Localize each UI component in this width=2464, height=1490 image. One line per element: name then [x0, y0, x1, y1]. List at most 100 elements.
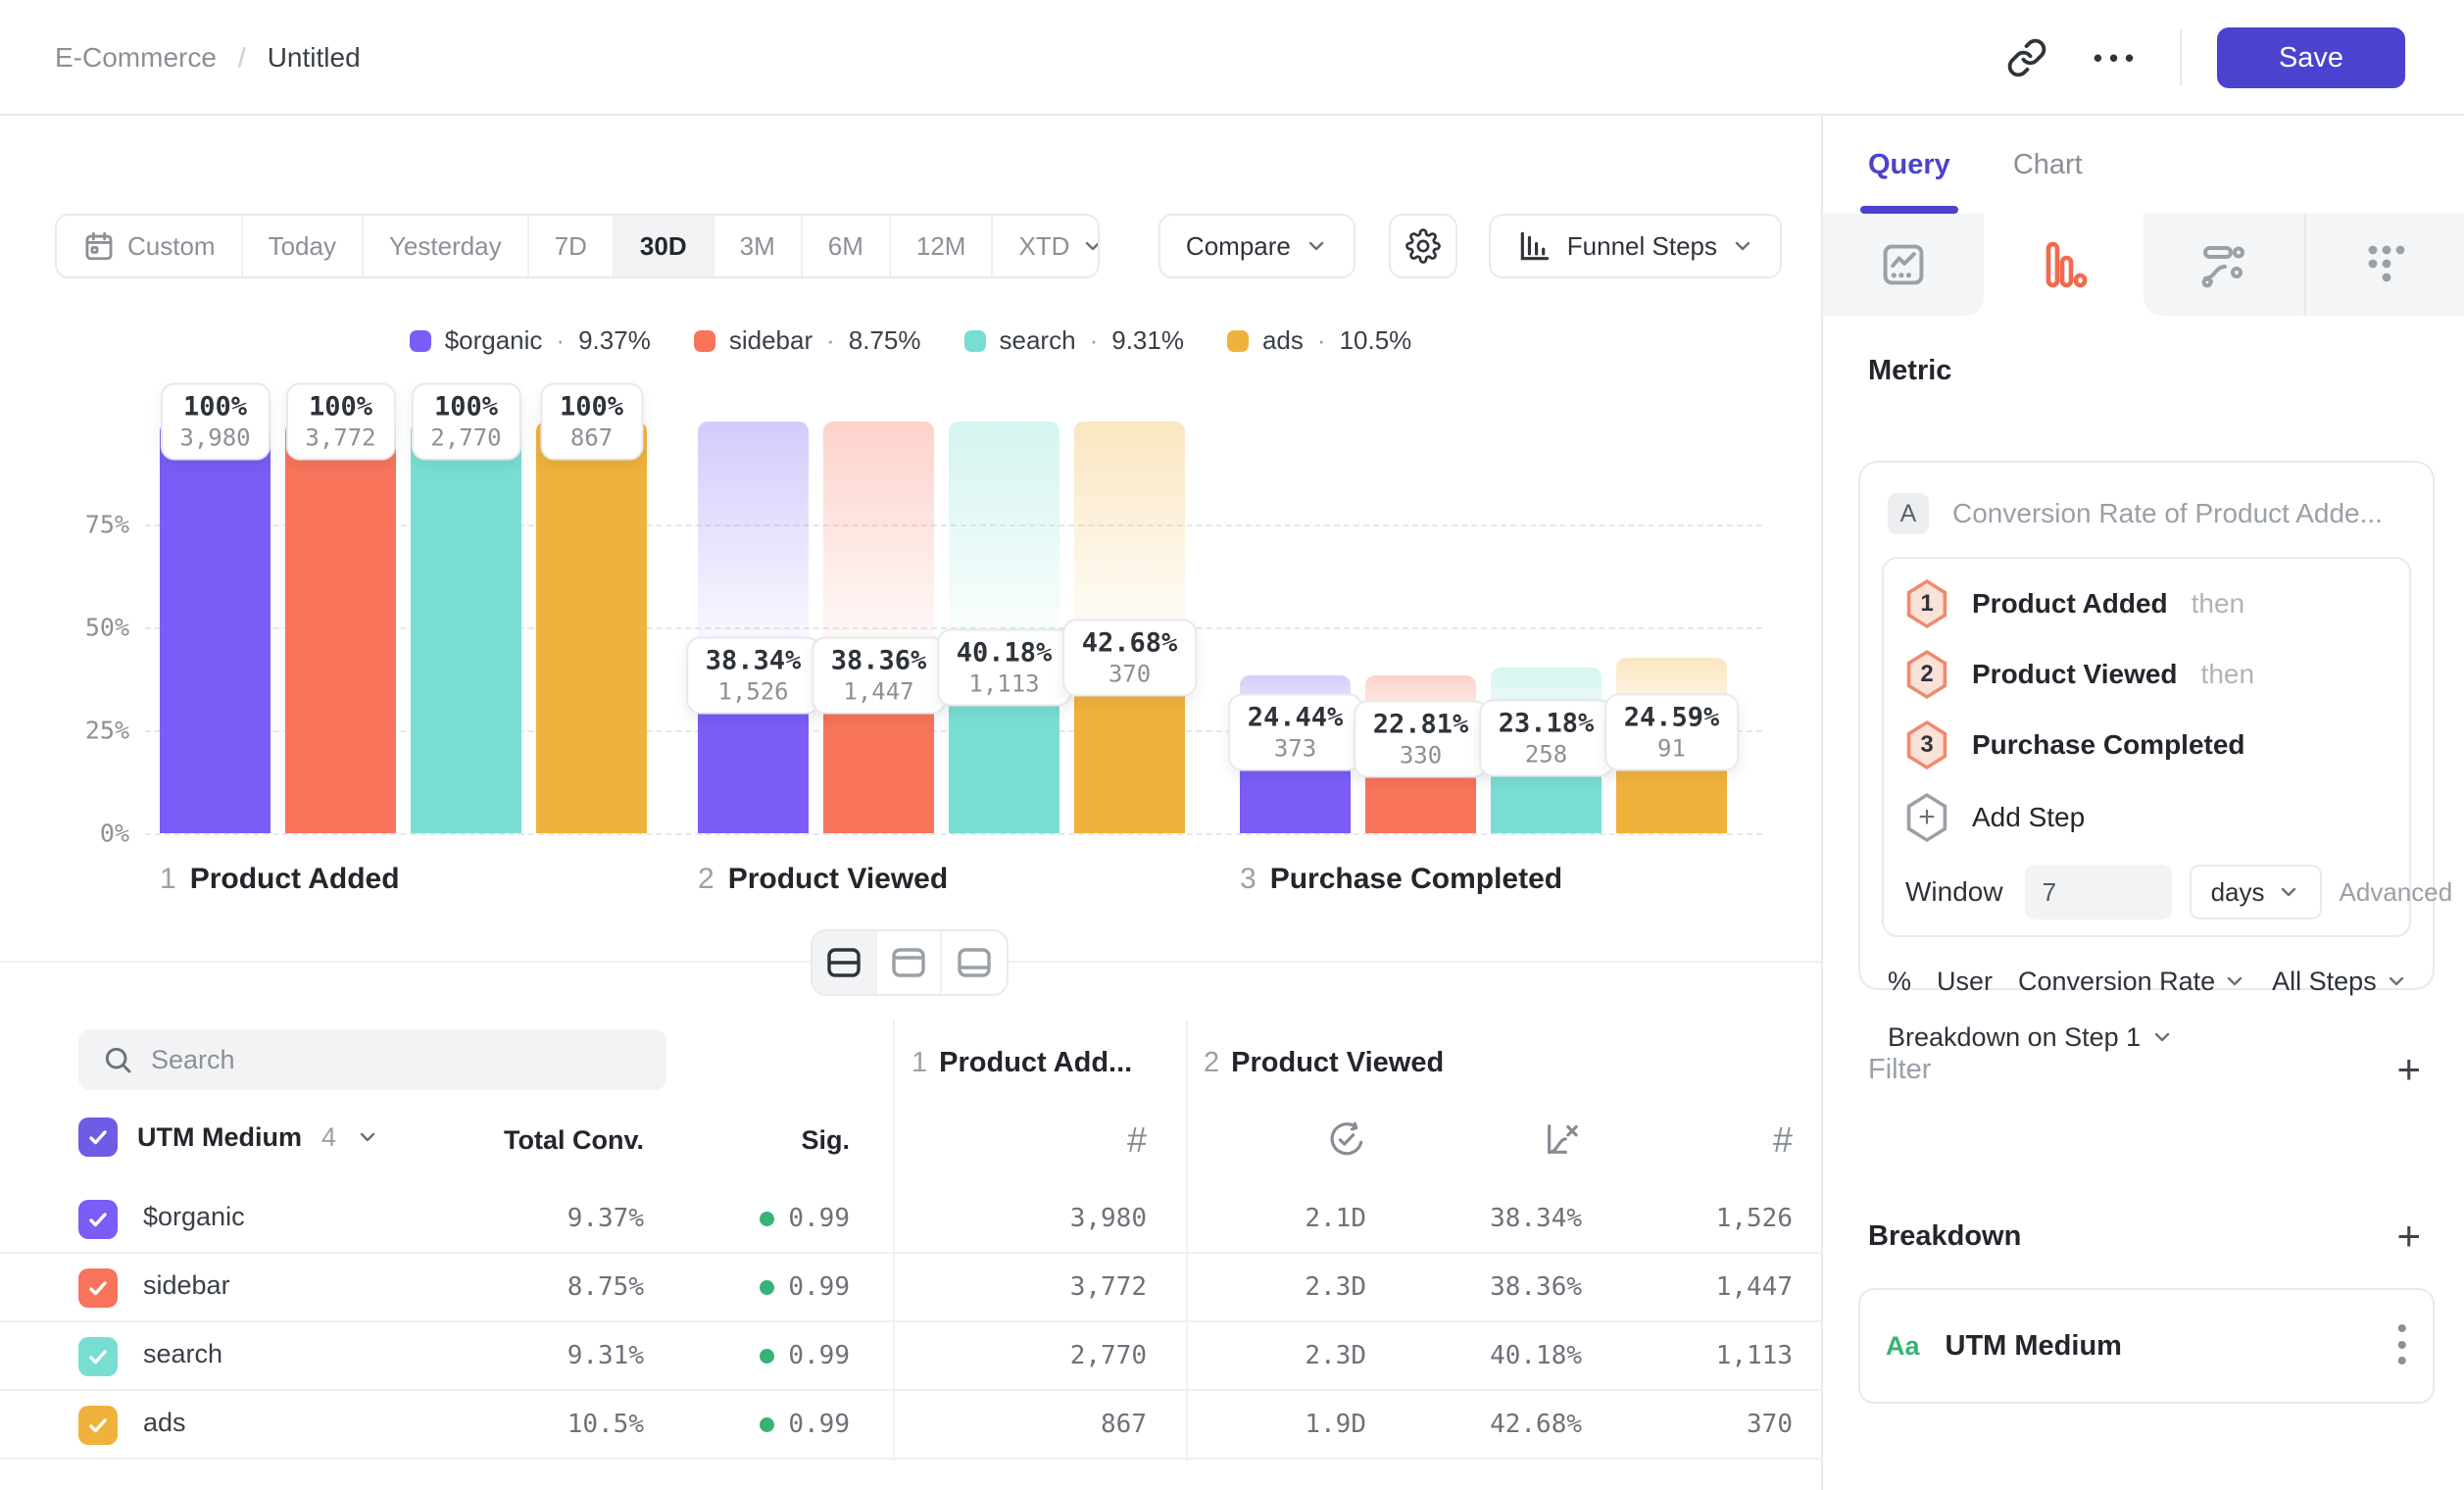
row-checkbox[interactable]	[78, 1406, 118, 1445]
step-name: Purchase Completed	[1270, 863, 1562, 895]
row-checkbox[interactable]	[78, 1200, 118, 1239]
add-step-button[interactable]: + Add Step	[1905, 780, 2388, 855]
chart-type-tab-flows[interactable]	[2144, 214, 2304, 316]
breadcrumb-current[interactable]: Untitled	[268, 42, 361, 74]
tab-query[interactable]: Query	[1868, 116, 1950, 214]
avg-time-cell: 2.1D	[1305, 1204, 1366, 1233]
sig-status-dot	[760, 1280, 774, 1295]
step-then-label: then	[2192, 588, 2245, 620]
step-name: Product Viewed	[728, 863, 949, 895]
gridline-0	[145, 833, 1762, 835]
plus-hexagon-icon: +	[1905, 793, 1948, 842]
count-column-icon[interactable]: #	[1127, 1119, 1147, 1161]
step1-count-cell: 2,770	[1070, 1341, 1147, 1370]
sig-cell: 0.99	[760, 1341, 850, 1370]
breakdown-item-card[interactable]: Aa UTM Medium •••	[1858, 1288, 2435, 1404]
funnel-bar-ads-step1[interactable]	[536, 422, 647, 833]
query-step-2[interactable]: 2 Product Viewed then	[1905, 639, 2388, 710]
chevron-down-icon[interactable]	[356, 1125, 379, 1149]
select-all-checkbox[interactable]	[78, 1118, 118, 1157]
count-cell: 1,113	[1716, 1341, 1793, 1370]
table-search[interactable]	[78, 1029, 666, 1090]
bar-value-label: 22.81%330	[1354, 701, 1489, 778]
save-button[interactable]: Save	[2217, 27, 2405, 88]
chevron-down-icon	[2385, 969, 2408, 993]
avg-time-column-icon[interactable]	[1327, 1119, 1366, 1159]
bar-value-label: 100%3,980	[160, 383, 270, 461]
more-menu-button[interactable]: •••	[2090, 30, 2144, 85]
breakdown-on-label: Breakdown on Step 1	[1888, 1022, 2141, 1053]
window-value-input[interactable]	[2025, 865, 2172, 919]
total-conv-cell: 9.37%	[567, 1204, 644, 1233]
conversion-window-row: Window days Advanced	[1905, 863, 2388, 921]
metric-card: A Conversion Rate of Product Adde... 1 P…	[1858, 461, 2435, 990]
table-row[interactable]: search 9.31% 0.99 2,770 2.3D 40.18% 1,11…	[0, 1322, 1821, 1391]
total-conv-header[interactable]: Total Conv.	[504, 1125, 644, 1156]
chart-type-tab-retention[interactable]	[2304, 214, 2464, 316]
add-breakdown-button[interactable]: +	[2396, 1216, 2421, 1257]
row-checkbox[interactable]	[78, 1268, 118, 1308]
add-filter-button[interactable]: +	[2396, 1049, 2421, 1090]
chart-type-tab-insights[interactable]	[1823, 214, 1984, 316]
measurement-scope-select[interactable]: All Steps	[2272, 967, 2408, 997]
search-icon	[102, 1044, 133, 1075]
funnel-bar-sidebar-step1[interactable]	[285, 422, 396, 833]
filter-section: Filter +	[1868, 1049, 2421, 1090]
layout-table-only-button[interactable]	[942, 931, 1007, 994]
window-unit-select[interactable]: days	[2190, 865, 2322, 919]
share-link-button[interactable]	[1999, 30, 2054, 85]
bar-value-label: 38.34%1,526	[686, 636, 821, 714]
group-step-number: 1	[912, 1047, 927, 1078]
chevron-down-icon	[2223, 969, 2246, 993]
count-cell: 370	[1747, 1410, 1793, 1439]
breadcrumb-parent[interactable]: E-Commerce	[55, 42, 217, 74]
bar-value-label: 38.36%1,447	[812, 636, 947, 714]
row-label: sidebar	[143, 1270, 230, 1301]
query-step-1[interactable]: 1 Product Added then	[1905, 569, 2388, 639]
step-hexagon-badge: 2	[1905, 650, 1948, 699]
group-step-number: 2	[1204, 1047, 1219, 1078]
step-then-label: then	[2201, 659, 2255, 690]
kebab-menu-icon[interactable]: •••	[2396, 1321, 2407, 1370]
sig-status-dot	[760, 1417, 774, 1432]
metric-letter-badge: A	[1888, 493, 1929, 534]
breakdown-column-title[interactable]: UTM Medium	[137, 1122, 302, 1153]
bar-value-label: 100%867	[540, 383, 643, 461]
step1-count-cell: 867	[1101, 1410, 1147, 1439]
measurement-metric-select[interactable]: Conversion Rate	[2018, 967, 2246, 997]
advanced-toggle[interactable]: Advanced	[2340, 877, 2464, 908]
sig-header[interactable]: Sig.	[801, 1125, 850, 1156]
link-icon	[2006, 37, 2047, 78]
metric-title-row[interactable]: A Conversion Rate of Product Adde...	[1882, 482, 2411, 545]
table-header-row: UTM Medium 4 Total Conv. Sig. # #	[0, 1118, 1821, 1172]
measurement-entity[interactable]: User	[1937, 967, 1993, 997]
advanced-label: Advanced	[2340, 877, 2453, 908]
search-input[interactable]	[151, 1045, 643, 1075]
step-hexagon-badge: 1	[1905, 579, 1948, 628]
row-checkbox[interactable]	[78, 1337, 118, 1376]
sig-cell: 0.99	[760, 1272, 850, 1302]
sig-status-dot	[760, 1212, 774, 1226]
chevron-down-icon	[2150, 1025, 2174, 1049]
conversion-column-icon[interactable]	[1543, 1119, 1582, 1159]
funnel-bar-$organic-step1[interactable]	[160, 422, 271, 833]
step-hexagon-badge: 3	[1905, 720, 1948, 770]
bar-value-label: 100%2,770	[411, 383, 520, 461]
count-column-icon[interactable]: #	[1773, 1119, 1793, 1161]
tab-chart[interactable]: Chart	[2013, 116, 2083, 214]
table-row[interactable]: sidebar 8.75% 0.99 3,772 2.3D 38.36% 1,4…	[0, 1254, 1821, 1322]
layout-split-button[interactable]	[813, 931, 877, 994]
funnel-icon	[2037, 238, 2090, 291]
table-row[interactable]: ads 10.5% 0.99 867 1.9D 42.68% 370	[0, 1391, 1821, 1460]
window-label: Window	[1905, 876, 2003, 908]
row-label: $organic	[143, 1202, 245, 1232]
measurement-prefix[interactable]: %	[1888, 967, 1911, 997]
chart-type-tab-funnel[interactable]	[1984, 214, 2144, 316]
funnel-bar-search-step1[interactable]	[411, 422, 521, 833]
layout-chart-only-button[interactable]	[877, 931, 942, 994]
count-cell: 1,447	[1716, 1272, 1793, 1302]
table-row[interactable]: $organic 9.37% 0.99 3,980 2.1D 38.34% 1,…	[0, 1185, 1821, 1254]
ellipsis-icon: •••	[2094, 43, 2141, 74]
conv-rate-cell: 38.36%	[1490, 1272, 1582, 1302]
query-step-3[interactable]: 3 Purchase Completed	[1905, 710, 2388, 780]
